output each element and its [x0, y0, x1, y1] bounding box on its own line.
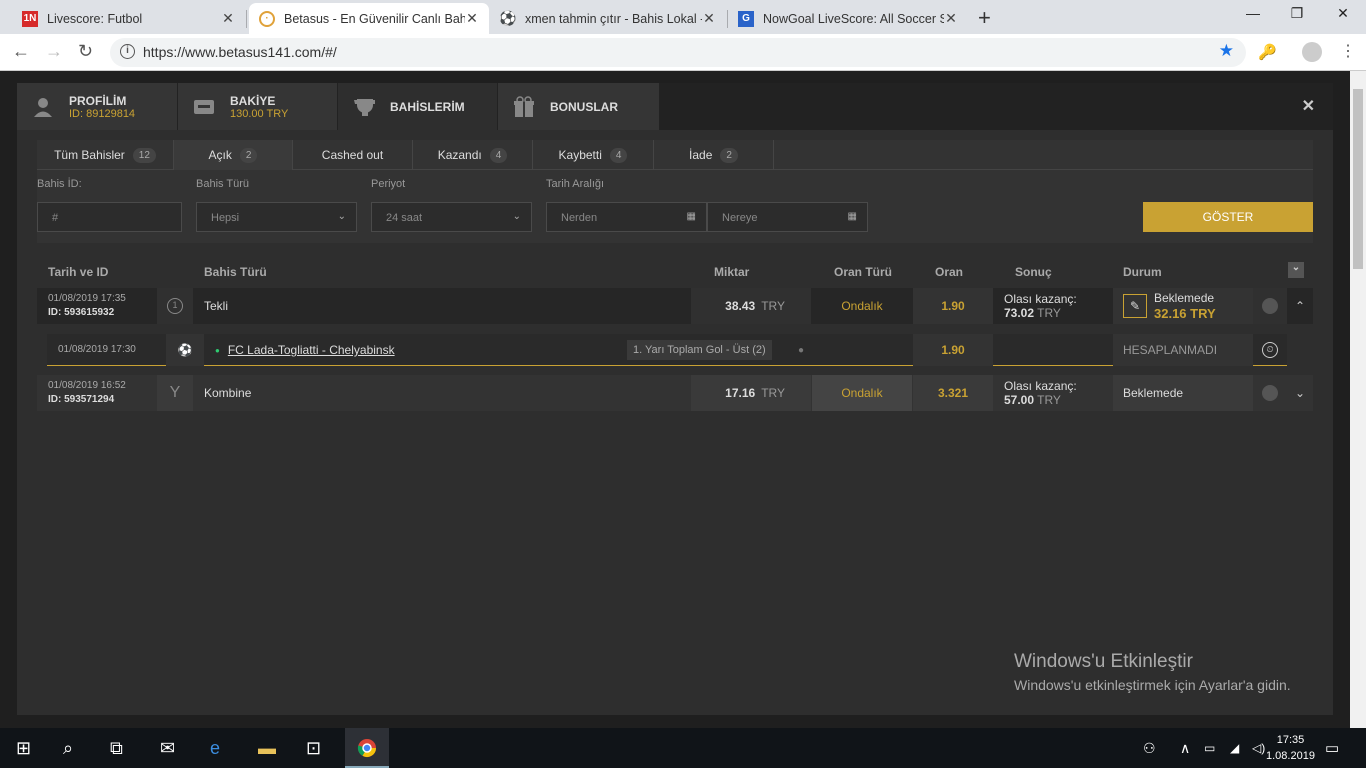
clock-icon: ⏲	[1262, 342, 1278, 358]
bet-id-label: Bahis İD:	[37, 178, 82, 190]
filter-tab-refund[interactable]: İade 2	[654, 140, 774, 170]
date-from-input[interactable]: Nerden ▦	[546, 202, 707, 232]
modal-tabs: PROFİLİM ID: 89129814 BAKİYE 130.00 TRY BA…	[17, 83, 1333, 130]
table-header: Tarih ve ID Bahis Türü Miktar Oran Türü …	[37, 256, 1313, 288]
forward-icon[interactable]: →	[45, 41, 63, 62]
file-explorer-icon[interactable]: ▬	[258, 738, 276, 759]
bets-table: Tarih ve ID Bahis Türü Miktar Oran Türü …	[37, 256, 1313, 411]
address-bar: ← → ↻ i https://www.betasus141.com/#/ ★ …	[0, 34, 1366, 71]
page-background: PROFİLİM ID: 89129814 BAKİYE 130.00 TRY BA…	[0, 71, 1366, 728]
omnibox[interactable]: i https://www.betasus141.com/#/ ★	[110, 38, 1246, 67]
wifi-icon[interactable]: ◢	[1230, 741, 1239, 755]
clock[interactable]: 17:35 1.08.2019	[1266, 732, 1315, 764]
filter-tab-open[interactable]: Açık 2	[174, 140, 293, 170]
wallet-icon	[193, 96, 215, 118]
tab-balance[interactable]: BAKİYE 130.00 TRY	[178, 83, 338, 130]
new-tab-button[interactable]: +	[978, 5, 991, 31]
tab-bonuses[interactable]: BONUSLAR	[498, 83, 660, 130]
bet-filters: Tüm Bahisler 12 Açık 2 Cashed out Kazandı 4…	[37, 140, 1313, 243]
close-modal-icon[interactable]: ✕	[1302, 96, 1315, 116]
status-filter-tabs: Tüm Bahisler 12 Açık 2 Cashed out Kazandı 4…	[37, 140, 1313, 170]
chevron-up-icon[interactable]: ⌃	[1287, 288, 1313, 324]
chevron-down-icon: ⌄	[512, 211, 521, 222]
close-tab-icon[interactable]: ✕	[465, 10, 479, 27]
info-icon[interactable]: i	[120, 44, 135, 59]
bet-type-label: Bahis Türü	[196, 178, 249, 190]
bet-type-select[interactable]: Hepsi ⌄	[196, 202, 357, 232]
browser-tab-livescore[interactable]: 1N Livescore: Futbol ✕	[12, 3, 245, 34]
page-scrollbar[interactable]	[1350, 71, 1366, 728]
gift-icon	[513, 95, 535, 118]
livescore-icon: 1N	[22, 10, 38, 27]
search-icon[interactable]: ⌕	[63, 738, 73, 759]
trophy-icon	[353, 96, 375, 118]
extension-icon[interactable]: 🔑	[1258, 43, 1277, 61]
browser-tab-strip: 1N Livescore: Futbol ✕ · Betasus - En Gü…	[0, 0, 1366, 34]
windows-start-icon[interactable]: ⊞	[16, 738, 31, 759]
profile-avatar-icon[interactable]	[1302, 42, 1322, 62]
user-icon	[32, 96, 54, 118]
filter-tab-won[interactable]: Kazandı 4	[413, 140, 533, 170]
browser-tab-nowgoal[interactable]: G NowGoal LiveScore: All Soccer Sc ✕	[728, 3, 968, 34]
calendar-icon: ▦	[847, 211, 857, 222]
period-select[interactable]: 24 saat ⌄	[371, 202, 532, 232]
filter-tab-lost[interactable]: Kaybetti 4	[533, 140, 654, 170]
filter-tab-cashed-out[interactable]: Cashed out	[293, 140, 413, 170]
url-text[interactable]: https://www.betasus141.com/#/	[143, 44, 337, 60]
calendar-icon: ▦	[686, 211, 696, 222]
tab-my-bets[interactable]: BAHİSLERİM	[338, 83, 498, 130]
close-tab-icon[interactable]: ✕	[944, 10, 958, 27]
store-icon[interactable]: ⊡	[306, 738, 321, 759]
back-icon[interactable]: ←	[12, 41, 30, 62]
date-to-input[interactable]: Nereye ▦	[707, 202, 868, 232]
table-row[interactable]: 01/08/2019 16:52 ID: 593571294 Y Kombine …	[37, 375, 1313, 411]
clock-icon	[1262, 298, 1278, 314]
single-bet-icon: 1	[167, 298, 183, 314]
show-button[interactable]: GÖSTER	[1143, 202, 1313, 232]
soccer-ball-icon: ⚽	[166, 334, 204, 366]
period-label: Periyot	[371, 178, 406, 190]
bet-detail-row: 01/08/2019 17:30 ⚽ ● FC Lada-Togliatti - …	[47, 334, 1287, 366]
table-row[interactable]: 01/08/2019 17:35 ID: 593615932 1 Tekli 38…	[37, 288, 1313, 324]
match-link[interactable]: FC Lada-Togliatti - Chelyabinsk	[228, 343, 395, 357]
combo-bet-icon: Y	[157, 375, 193, 411]
people-icon[interactable]: ⚇	[1143, 740, 1156, 757]
info-icon: ●	[797, 344, 805, 356]
cashout-amount[interactable]: 32.16 TRY	[1154, 306, 1216, 321]
browser-tab-betasus[interactable]: · Betasus - En Güvenilir Canlı Bahis ✕	[249, 3, 489, 34]
soccer-ball-icon: ⚽	[499, 10, 517, 26]
date-range-label: Tarih Aralığı	[546, 178, 605, 190]
bookmark-star-icon[interactable]: ★	[1219, 41, 1234, 61]
windows-activation-title: Windows'u Etkinleştir	[1014, 651, 1193, 672]
windows-activation-subtitle: Windows'u etkinleştirmek için Ayarlar'a …	[1014, 677, 1291, 693]
google-icon: G	[738, 10, 754, 27]
chrome-taskbar-icon[interactable]	[345, 728, 389, 768]
maximize-button[interactable]: ❐	[1287, 5, 1307, 22]
window-close-button[interactable]: ✕	[1333, 5, 1353, 22]
betasus-icon: ·	[259, 10, 275, 27]
browser-tab-xmen[interactable]: ⚽ xmen tahmin çıtır - Bahis Lokal - ✕	[490, 3, 726, 34]
tray-expand-icon[interactable]: ∧	[1180, 740, 1190, 757]
mail-icon[interactable]: ✉	[160, 738, 175, 759]
clock-icon	[1262, 385, 1278, 401]
close-tab-icon[interactable]: ✕	[221, 10, 235, 27]
minimize-button[interactable]: —	[1243, 5, 1263, 21]
chevron-down-icon: ⌄	[337, 211, 346, 222]
filter-tab-all[interactable]: Tüm Bahisler 12	[37, 140, 174, 170]
menu-dots-icon[interactable]: ⋮	[1340, 41, 1356, 61]
bet-id-input[interactable]: #	[37, 202, 182, 232]
edge-icon[interactable]: e	[210, 738, 220, 759]
task-view-icon[interactable]: ⧉	[110, 738, 123, 759]
chevron-down-icon[interactable]: ⌄	[1287, 375, 1313, 411]
notifications-icon[interactable]: ▭	[1325, 739, 1339, 757]
volume-icon[interactable]: ◁)	[1252, 741, 1265, 755]
battery-icon[interactable]: ▭	[1204, 741, 1215, 755]
edit-icon[interactable]: ✎	[1123, 294, 1147, 318]
account-modal: PROFİLİM ID: 89129814 BAKİYE 130.00 TRY BA…	[17, 83, 1333, 715]
close-tab-icon[interactable]: ✕	[702, 10, 716, 27]
windows-taskbar: ⊞ ⌕ ⧉ ✉ e ▬ ⊡ ⚇ ∧ ▭ ◢ ◁) 17:35 1.08.2019…	[0, 728, 1366, 768]
tab-profile[interactable]: PROFİLİM ID: 89129814	[17, 83, 178, 130]
reload-icon[interactable]: ↻	[78, 41, 93, 62]
collapse-all-icon[interactable]: ⌄	[1288, 262, 1304, 278]
